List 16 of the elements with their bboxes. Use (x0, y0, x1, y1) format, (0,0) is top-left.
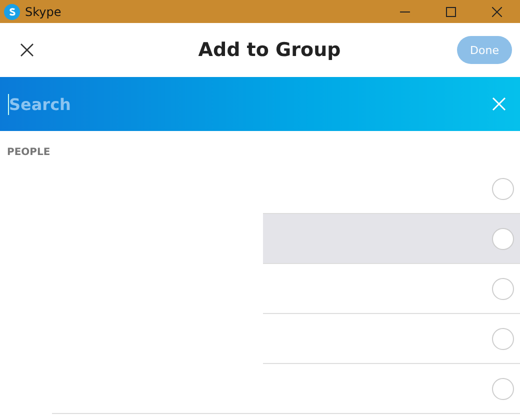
select-checkbox[interactable] (492, 278, 514, 300)
dialog-title: Add to Group (197, 39, 342, 61)
search-field[interactable]: Search (0, 77, 520, 131)
section-heading: PEOPLE (6, 146, 52, 160)
close-icon (492, 6, 502, 16)
close-icon (20, 43, 34, 57)
maximize-icon (446, 6, 456, 16)
contact-row[interactable] (263, 213, 520, 263)
logo-icon (4, 4, 20, 20)
close-icon (492, 97, 506, 111)
select-checkbox[interactable] (492, 378, 514, 400)
search-input[interactable]: Search (8, 94, 484, 114)
select-checkbox[interactable] (492, 178, 514, 200)
select-checkbox[interactable] (492, 228, 514, 250)
select-checkbox[interactable] (492, 328, 514, 350)
window-title: Skype (25, 4, 62, 18)
